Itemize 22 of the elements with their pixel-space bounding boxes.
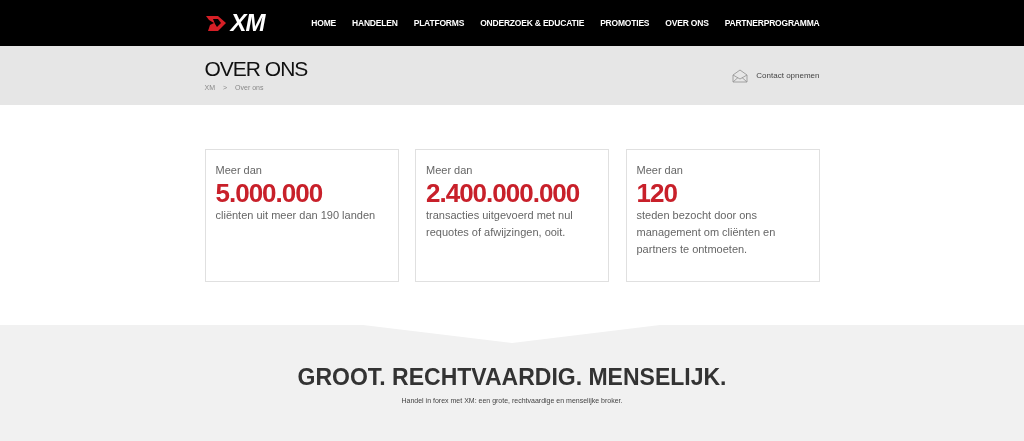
- stat-prefix: Meer dan: [636, 163, 684, 178]
- contact-link[interactable]: Contact opnemen: [756, 69, 820, 82]
- stat-number: 5.000.000: [215, 178, 324, 208]
- headline: GROOT. RECHTVAARDIG. MENSELIJK.: [296, 364, 728, 392]
- stat-prefix: Meer dan: [426, 163, 474, 178]
- stat-description: transacties uitgevoerd met nul requotes of afwijzingen, ooit.: [426, 208, 574, 241]
- logo-icon: [204, 13, 227, 33]
- stat-number: 120: [636, 178, 678, 208]
- stat-number: 2.400.000.000: [426, 178, 581, 208]
- page-title: OVER ONS: [204, 57, 308, 79]
- nav-link[interactable]: HANDELEN: [352, 16, 398, 30]
- nav-link[interactable]: HOME: [311, 16, 337, 30]
- logo-text[interactable]: XM: [230, 11, 265, 35]
- stat-description: cliënten uit meer dan 190 landen: [215, 208, 377, 224]
- nav-link[interactable]: PROMOTIES: [600, 16, 650, 30]
- stat-prefix: Meer dan: [215, 163, 263, 178]
- envelope-icon: [732, 68, 749, 83]
- nav-link[interactable]: ONDERZOEK & EDUCATIE: [480, 16, 585, 30]
- stat-description: steden bezocht door ons management om cliënten en partners te ontmoeten.: [636, 208, 777, 258]
- nav-link[interactable]: OVER ONS: [665, 16, 709, 30]
- nav-link[interactable]: PARTNERPROGRAMMA: [724, 16, 820, 30]
- nav-link[interactable]: PLATFORMS: [413, 16, 465, 30]
